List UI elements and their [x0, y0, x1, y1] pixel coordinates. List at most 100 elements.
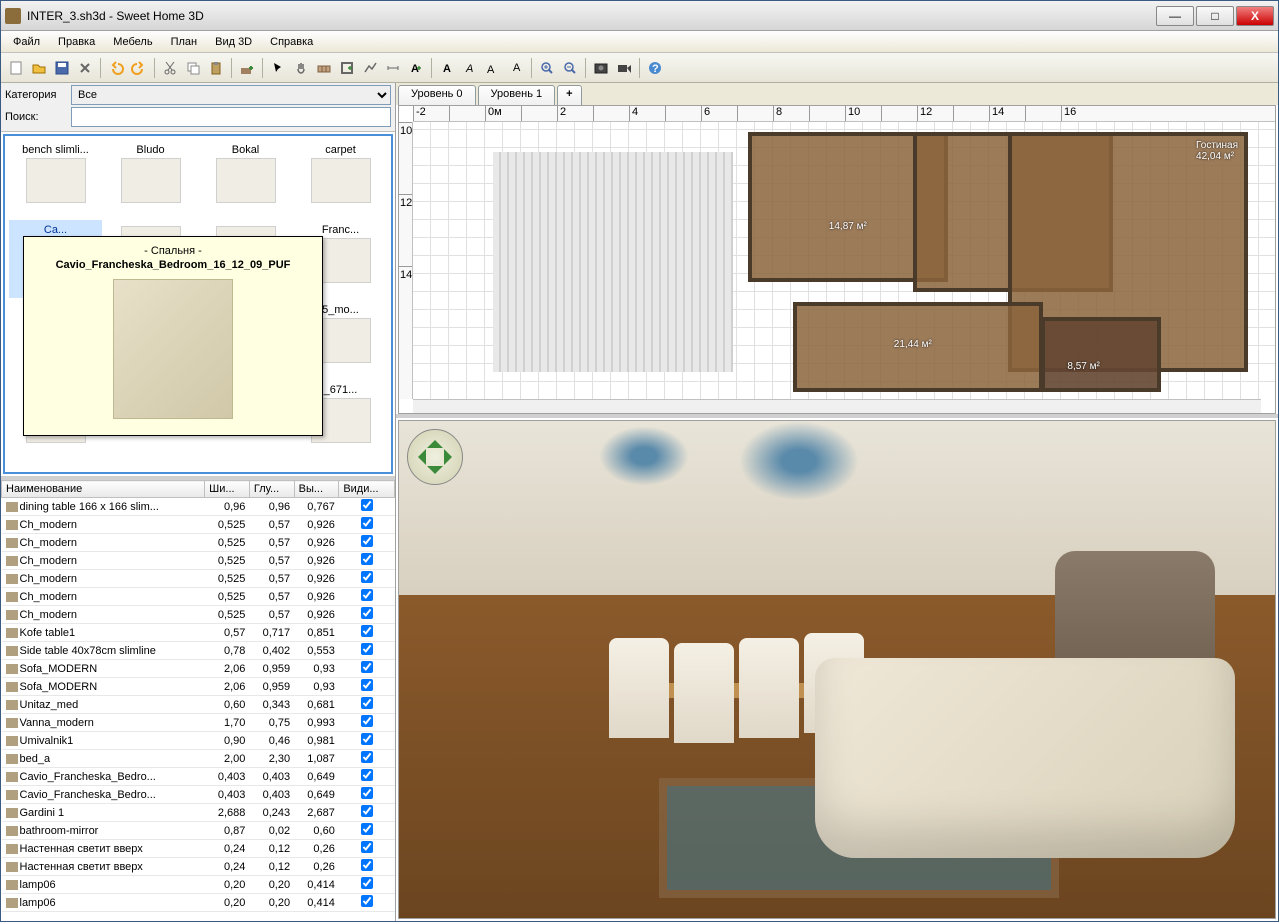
visible-checkbox[interactable]: [361, 877, 373, 889]
menu-plan[interactable]: План: [163, 34, 206, 50]
table-row[interactable]: Ch_modern0,5250,570,926: [2, 606, 395, 624]
plan-canvas[interactable]: 14,87 м² Гостиная 42,04 м² 21,44 м² 8,57…: [413, 122, 1275, 399]
table-row[interactable]: bathroom-mirror0,870,020,60: [2, 822, 395, 840]
visible-checkbox[interactable]: [361, 823, 373, 835]
scrollbar-horizontal[interactable]: [413, 399, 1261, 413]
table-row[interactable]: dining table 166 x 166 slim...0,960,960,…: [2, 498, 395, 516]
visible-checkbox[interactable]: [361, 733, 373, 745]
visible-checkbox[interactable]: [361, 841, 373, 853]
open-icon[interactable]: [28, 57, 50, 79]
table-row[interactable]: Sofa_MODERN2,060,9590,93: [2, 678, 395, 696]
table-row[interactable]: Ch_modern0,5250,570,926: [2, 552, 395, 570]
nav-down-icon[interactable]: [427, 466, 443, 482]
visible-checkbox[interactable]: [361, 697, 373, 709]
visible-checkbox[interactable]: [361, 499, 373, 511]
text-increase-icon[interactable]: A: [482, 57, 504, 79]
pan-icon[interactable]: [290, 57, 312, 79]
table-row[interactable]: Настенная светит вверх0,240,120,26: [2, 858, 395, 876]
furniture-list[interactable]: Наименование Ши... Глу... Вы... Види... …: [1, 476, 395, 921]
photo-icon[interactable]: [590, 57, 612, 79]
menu-edit[interactable]: Правка: [50, 34, 103, 50]
table-row[interactable]: Gardini 12,6880,2432,687: [2, 804, 395, 822]
catalog-item[interactable]: bench slimli...: [9, 140, 102, 218]
zoom-in-icon[interactable]: [536, 57, 558, 79]
search-input[interactable]: [71, 107, 391, 127]
visible-checkbox[interactable]: [361, 607, 373, 619]
nav-left-icon[interactable]: [410, 449, 426, 465]
catalog-grid[interactable]: bench slimli...BludoBokalcarpetCa...Fran…: [3, 134, 393, 474]
visible-checkbox[interactable]: [361, 805, 373, 817]
table-row[interactable]: lamp060,200,200,414: [2, 876, 395, 894]
menu-help[interactable]: Справка: [262, 34, 321, 50]
tab-level-1[interactable]: Уровень 1: [478, 85, 556, 105]
table-row[interactable]: Vanna_modern1,700,750,993: [2, 714, 395, 732]
create-text-icon[interactable]: A: [405, 57, 427, 79]
minimize-button[interactable]: —: [1156, 6, 1194, 26]
add-furniture-icon[interactable]: [236, 57, 258, 79]
table-row[interactable]: bed_a2,002,301,087: [2, 750, 395, 768]
table-row[interactable]: Cavio_Francheska_Bedro...0,4030,4030,649: [2, 786, 395, 804]
catalog-item[interactable]: Bludo: [104, 140, 197, 218]
text-decrease-icon[interactable]: A: [505, 57, 527, 79]
plan-view[interactable]: -20м246810121416 101214 14,87 м² Гостина…: [398, 105, 1276, 414]
table-row[interactable]: Unitaz_med0,600,3430,681: [2, 696, 395, 714]
view-3d[interactable]: [398, 420, 1276, 919]
table-row[interactable]: Ch_modern0,5250,570,926: [2, 570, 395, 588]
nav-right-icon[interactable]: [444, 449, 460, 465]
room-4[interactable]: 21,44 м²: [793, 302, 1043, 392]
create-room-icon[interactable]: [336, 57, 358, 79]
text-italic-icon[interactable]: A: [459, 57, 481, 79]
menu-furniture[interactable]: Мебель: [105, 34, 160, 50]
table-row[interactable]: Sofa_MODERN2,060,9590,93: [2, 660, 395, 678]
redo-icon[interactable]: [128, 57, 150, 79]
table-row[interactable]: Настенная светит вверх0,240,120,26: [2, 840, 395, 858]
text-bold-icon[interactable]: A: [436, 57, 458, 79]
room-5[interactable]: 8,57 м²: [1041, 317, 1161, 392]
visible-checkbox[interactable]: [361, 787, 373, 799]
new-icon[interactable]: [5, 57, 27, 79]
nav-up-icon[interactable]: [427, 432, 443, 448]
table-row[interactable]: Umivalnik10,900,460,981: [2, 732, 395, 750]
paste-icon[interactable]: [205, 57, 227, 79]
copy-icon[interactable]: [182, 57, 204, 79]
table-row[interactable]: Ch_modern0,5250,570,926: [2, 588, 395, 606]
save-icon[interactable]: [51, 57, 73, 79]
visible-checkbox[interactable]: [361, 751, 373, 763]
table-row[interactable]: Side table 40x78cm slimline0,780,4020,55…: [2, 642, 395, 660]
catalog-item[interactable]: Bokal: [199, 140, 292, 218]
category-select[interactable]: Все: [71, 85, 391, 105]
create-polyline-icon[interactable]: [359, 57, 381, 79]
visible-checkbox[interactable]: [361, 661, 373, 673]
col-name[interactable]: Наименование: [2, 481, 205, 498]
undo-icon[interactable]: [105, 57, 127, 79]
visible-checkbox[interactable]: [361, 769, 373, 781]
visible-checkbox[interactable]: [361, 715, 373, 727]
preferences-icon[interactable]: [74, 57, 96, 79]
zoom-out-icon[interactable]: [559, 57, 581, 79]
cut-icon[interactable]: [159, 57, 181, 79]
close-button[interactable]: X: [1236, 6, 1274, 26]
maximize-button[interactable]: □: [1196, 6, 1234, 26]
table-row[interactable]: Ch_modern0,5250,570,926: [2, 516, 395, 534]
col-depth[interactable]: Глу...: [249, 481, 294, 498]
nav-compass[interactable]: [407, 429, 463, 485]
catalog-item[interactable]: carpet: [294, 140, 387, 218]
visible-checkbox[interactable]: [361, 517, 373, 529]
col-visible[interactable]: Види...: [339, 481, 395, 498]
col-width[interactable]: Ши...: [205, 481, 250, 498]
table-row[interactable]: Ch_modern0,5250,570,926: [2, 534, 395, 552]
menu-file[interactable]: Файл: [5, 34, 48, 50]
visible-checkbox[interactable]: [361, 589, 373, 601]
table-row[interactable]: Cavio_Francheska_Bedro...0,4030,4030,649: [2, 768, 395, 786]
visible-checkbox[interactable]: [361, 625, 373, 637]
menu-view3d[interactable]: Вид 3D: [207, 34, 260, 50]
table-row[interactable]: Kofe table10,570,7170,851: [2, 624, 395, 642]
create-walls-icon[interactable]: [313, 57, 335, 79]
stairs[interactable]: [493, 152, 733, 372]
visible-checkbox[interactable]: [361, 679, 373, 691]
video-icon[interactable]: [613, 57, 635, 79]
tab-level-0[interactable]: Уровень 0: [398, 85, 476, 105]
select-icon[interactable]: [267, 57, 289, 79]
visible-checkbox[interactable]: [361, 643, 373, 655]
col-height[interactable]: Вы...: [294, 481, 339, 498]
